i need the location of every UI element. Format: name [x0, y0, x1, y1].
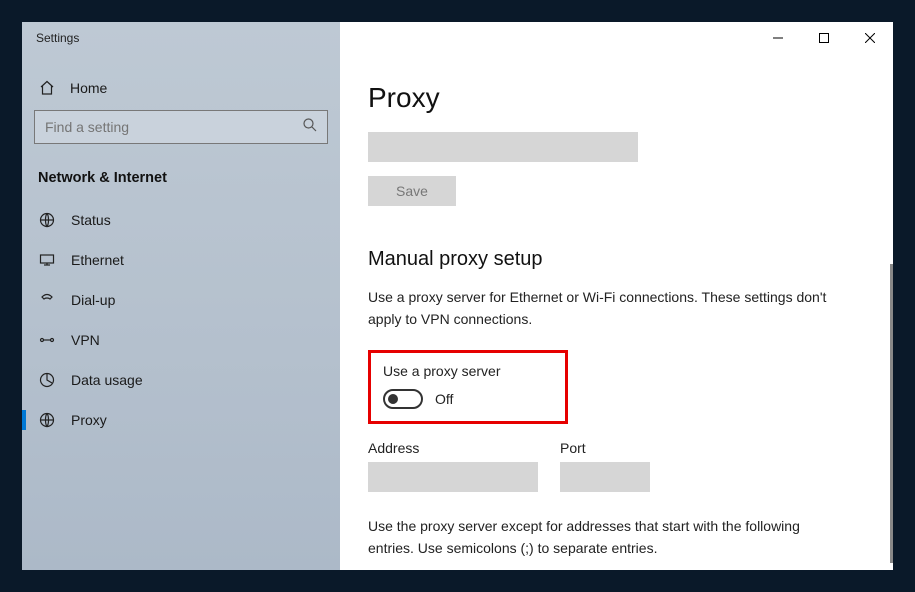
sidebar-item-dialup[interactable]: Dial-up	[22, 280, 340, 320]
home-icon	[38, 80, 56, 96]
data-usage-icon	[38, 372, 56, 388]
minimize-button[interactable]	[755, 22, 801, 54]
port-input[interactable]	[560, 462, 650, 492]
sidebar-item-data-usage[interactable]: Data usage	[22, 360, 340, 400]
scrollbar[interactable]	[890, 264, 893, 563]
sidebar-item-vpn[interactable]: VPN	[22, 320, 340, 360]
subsection-description: Use a proxy server for Ethernet or Wi-Fi…	[368, 287, 828, 330]
save-button[interactable]: Save	[368, 176, 456, 206]
window-title: Settings	[22, 31, 79, 45]
sidebar: Home Network & Internet Status Ethernet	[22, 22, 340, 570]
sidebar-item-label: Status	[71, 212, 111, 228]
status-icon	[38, 212, 56, 228]
sidebar-section-title: Network & Internet	[34, 166, 328, 200]
search-field[interactable]	[45, 119, 303, 135]
sidebar-item-label: Data usage	[71, 372, 143, 388]
port-label: Port	[560, 440, 650, 456]
sidebar-item-label: Proxy	[71, 412, 107, 428]
content-area: Proxy Save Manual proxy setup Use a prox…	[340, 22, 893, 570]
home-label: Home	[70, 80, 107, 96]
sidebar-item-label: Ethernet	[71, 252, 124, 268]
sidebar-item-status[interactable]: Status	[22, 200, 340, 240]
search-input[interactable]	[34, 110, 328, 144]
script-address-input[interactable]	[368, 132, 638, 162]
vpn-icon	[38, 332, 56, 348]
use-proxy-toggle[interactable]	[383, 389, 423, 409]
subsection-title: Manual proxy setup	[368, 248, 865, 271]
use-proxy-label: Use a proxy server	[383, 363, 553, 379]
address-label: Address	[368, 440, 538, 456]
dialup-icon	[38, 292, 56, 308]
address-input[interactable]	[368, 462, 538, 492]
sidebar-item-label: VPN	[71, 332, 100, 348]
page-title: Proxy	[368, 82, 865, 114]
sidebar-item-ethernet[interactable]: Ethernet	[22, 240, 340, 280]
ethernet-icon	[38, 252, 56, 268]
bypass-description: Use the proxy server except for addresse…	[368, 516, 828, 559]
close-button[interactable]	[847, 22, 893, 54]
toggle-state-label: Off	[435, 391, 453, 407]
sidebar-item-label: Dial-up	[71, 292, 115, 308]
sidebar-item-proxy[interactable]: Proxy	[22, 400, 340, 440]
toggle-knob	[388, 394, 398, 404]
proxy-icon	[38, 412, 56, 428]
highlight-annotation: Use a proxy server Off	[368, 350, 568, 424]
maximize-button[interactable]	[801, 22, 847, 54]
home-nav-item[interactable]: Home	[34, 72, 328, 110]
search-icon	[303, 118, 317, 137]
